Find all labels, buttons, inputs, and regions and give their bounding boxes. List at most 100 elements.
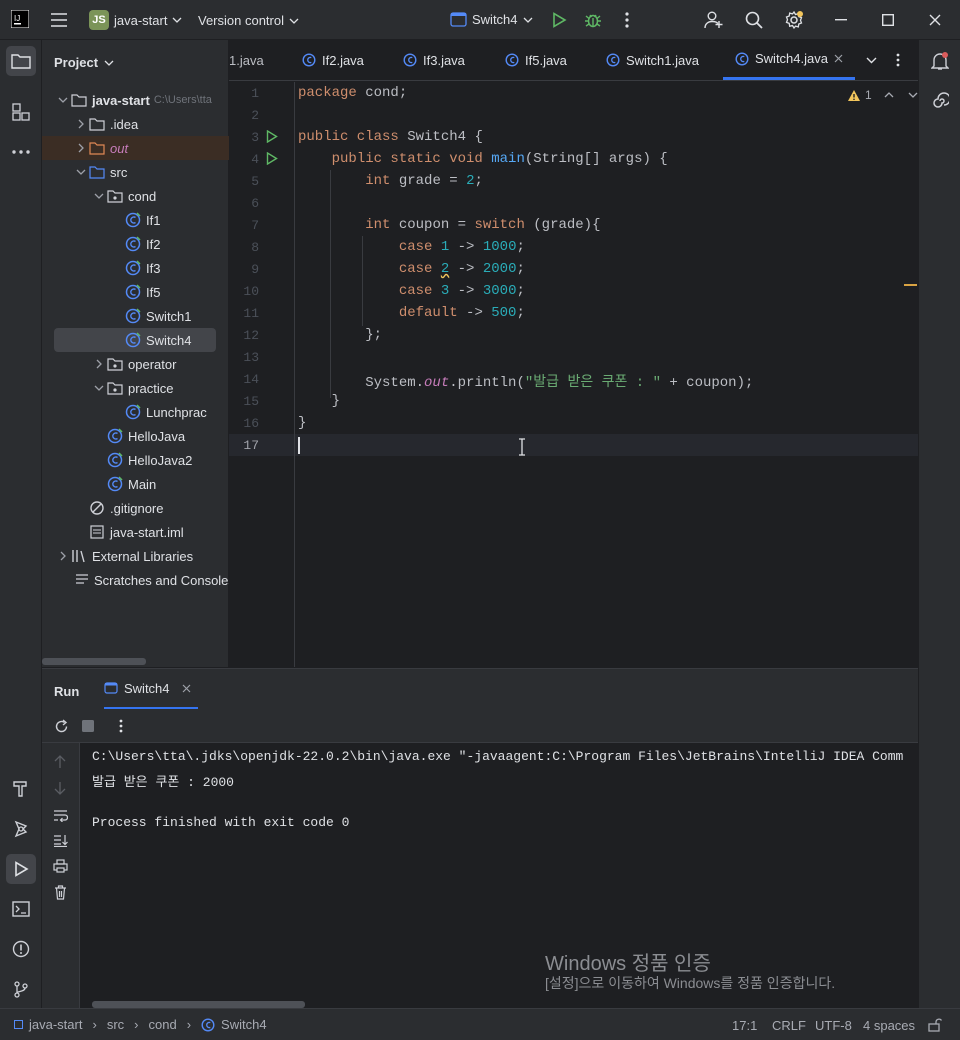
tree-item-scratches[interactable]: Scratches and Consoles (42, 568, 235, 592)
run-config-selector[interactable]: Switch4 (450, 12, 533, 27)
line-separator[interactable]: CRLF (772, 1018, 806, 1033)
minimize-icon[interactable] (835, 19, 847, 21)
run-tab-switch4[interactable]: Switch4 (104, 669, 198, 709)
rerun-icon[interactable] (54, 719, 69, 734)
main-menu-icon[interactable] (50, 12, 68, 28)
run-tool-button[interactable] (6, 854, 36, 884)
tree-item-if2[interactable]: If2 (42, 232, 229, 256)
tree-item-cond[interactable]: cond (42, 184, 229, 208)
breadcrumb-item[interactable]: Switch4 (221, 1017, 267, 1032)
debug-icon[interactable] (584, 11, 602, 29)
notifications-button[interactable] (925, 46, 955, 76)
tab-switch1-java[interactable]: Switch1.java (606, 40, 699, 80)
status-bar: java-start › src › cond › Switch4 17:1 C… (0, 1008, 960, 1040)
chevron-down-icon[interactable] (92, 385, 106, 391)
trash-icon[interactable] (54, 885, 67, 900)
arrow-up-icon[interactable] (54, 755, 66, 769)
run-gutter-icon[interactable] (266, 152, 278, 165)
close-window-icon[interactable] (929, 14, 941, 26)
lock-icon[interactable] (928, 1018, 942, 1032)
arrow-down-icon[interactable] (54, 781, 66, 795)
run-gutter-icon[interactable] (266, 130, 278, 143)
breadcrumb-item[interactable]: java-start (29, 1017, 82, 1032)
chevron-down-icon[interactable] (908, 92, 918, 98)
project-panel-header[interactable]: Project (54, 55, 114, 70)
chevron-right-icon[interactable] (74, 119, 88, 129)
chevron-down-icon[interactable] (92, 193, 106, 199)
code-editor[interactable]: 1 2 3 4 5 6 7 8 9 10 11 12 13 14 15 16 1… (229, 82, 918, 667)
tree-item-out[interactable]: out (42, 136, 229, 160)
code-line: } (331, 393, 341, 409)
print-icon[interactable] (53, 859, 68, 873)
chevron-right-icon[interactable] (92, 359, 106, 369)
project-switcher[interactable]: JS java-start (89, 10, 182, 30)
tab-switch4-java[interactable]: Switch4.java (723, 40, 855, 80)
scroll-to-end-icon[interactable] (53, 834, 68, 847)
project-tool-button[interactable] (6, 46, 36, 76)
breadcrumb-item[interactable]: cond (149, 1017, 177, 1032)
tab-options-icon[interactable] (896, 40, 900, 80)
caret-position[interactable]: 17:1 (732, 1018, 757, 1033)
console-scrollbar[interactable] (92, 1001, 305, 1008)
tab-list-dropdown[interactable] (866, 40, 877, 80)
chevron-down-icon[interactable] (74, 169, 88, 175)
settings-gear-icon[interactable] (784, 10, 804, 30)
soft-wrap-icon[interactable] (53, 809, 68, 822)
tree-item-label: Main (128, 476, 157, 492)
services-tool-button[interactable] (6, 814, 36, 844)
folder-icon (88, 117, 106, 131)
indent-setting[interactable]: 4 spaces (863, 1018, 915, 1033)
tree-item-idea[interactable]: .idea (42, 112, 229, 136)
project-scrollbar[interactable] (42, 658, 146, 665)
file-encoding[interactable]: UTF-8 (815, 1018, 852, 1033)
tree-item-switch1[interactable]: Switch1 (42, 304, 229, 328)
tree-item-switch4[interactable]: Switch4 (54, 328, 216, 352)
search-icon[interactable] (745, 11, 763, 29)
tab-if3-java[interactable]: If3.java (403, 40, 465, 80)
version-control-menu[interactable]: Version control (198, 13, 299, 28)
more-tools-button[interactable] (6, 137, 36, 167)
tab-if1-java[interactable]: 1.java (229, 40, 264, 80)
breadcrumb-item[interactable]: src (107, 1017, 124, 1032)
tree-item-operator[interactable]: operator (42, 352, 229, 376)
tree-item-lunchprac[interactable]: Lunchprac (42, 400, 229, 424)
git-tool-button[interactable] (6, 974, 36, 1004)
maximize-icon[interactable] (882, 14, 894, 26)
terminal-tool-button[interactable] (6, 894, 36, 924)
add-user-icon[interactable] (704, 11, 724, 29)
ai-assistant-button[interactable] (925, 86, 955, 116)
close-tab-icon[interactable] (182, 684, 191, 693)
tree-item-src[interactable]: src (42, 160, 229, 184)
run-icon[interactable] (551, 12, 567, 28)
chevron-right-icon[interactable] (74, 143, 88, 153)
svg-text:IJ: IJ (14, 14, 20, 23)
tree-item-gitignore[interactable]: .gitignore (42, 496, 229, 520)
build-tool-button[interactable] (6, 773, 36, 803)
more-actions-icon[interactable] (624, 12, 630, 28)
warning-stripe-marker[interactable] (904, 284, 917, 286)
tree-item-external-libraries[interactable]: External Libraries (42, 544, 229, 568)
problems-tool-button[interactable] (6, 934, 36, 964)
tree-item-if1[interactable]: If1 (42, 208, 229, 232)
stop-icon[interactable] (82, 720, 94, 732)
tab-if2-java[interactable]: If2.java (302, 40, 364, 80)
close-tab-icon[interactable] (834, 54, 843, 63)
inspection-widget[interactable]: 1 (847, 88, 918, 102)
structure-tool-button[interactable] (6, 97, 36, 127)
tree-item-root[interactable]: java-start C:\Users\tta (42, 88, 229, 112)
intellij-logo-icon[interactable]: IJ (11, 10, 29, 28)
chevron-down-icon[interactable] (56, 97, 70, 103)
tree-item-hellojava[interactable]: HelloJava (42, 424, 229, 448)
chevron-up-icon[interactable] (884, 92, 894, 98)
tab-if5-java[interactable]: If5.java (505, 40, 567, 80)
run-panel-header: Run Switch4 (42, 669, 918, 709)
tree-item-main[interactable]: Main (42, 472, 229, 496)
more-options-icon[interactable] (119, 719, 123, 733)
tree-item-hellojava2[interactable]: HelloJava2 (42, 448, 229, 472)
tree-item-practice[interactable]: practice (42, 376, 229, 400)
tree-item-if5[interactable]: If5 (42, 280, 229, 304)
chevron-right-icon[interactable] (56, 551, 70, 561)
tree-item-iml[interactable]: java-start.iml (42, 520, 229, 544)
java-class-icon (124, 284, 142, 300)
tree-item-if3[interactable]: If3 (42, 256, 229, 280)
